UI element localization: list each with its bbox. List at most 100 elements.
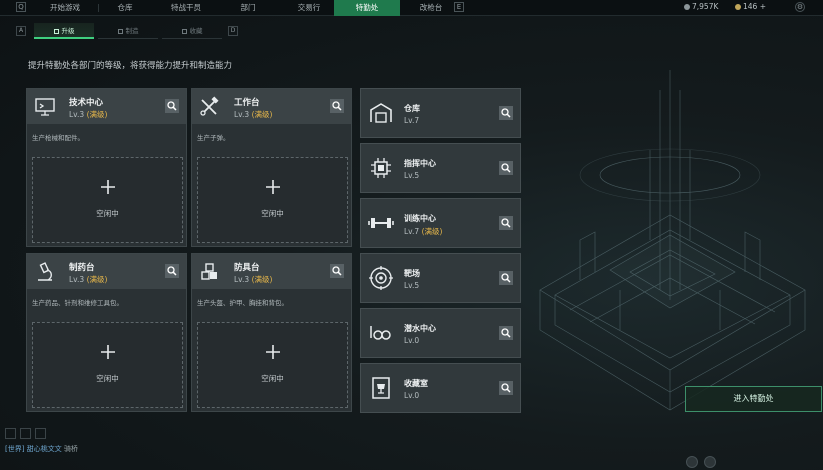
facility-card-armor-bench[interactable]: 防具台 Lv.3 (满级) 生产头盔、护甲、胸挂和背包。 空闲中 — [191, 253, 352, 412]
card-level: Lv.3 (满级) — [234, 110, 273, 119]
card-description: 生产子弹。 — [197, 134, 230, 142]
settings-icon[interactable]: ⚙ — [795, 2, 805, 12]
search-icon[interactable] — [330, 99, 344, 113]
slot-status: 空闲中 — [261, 374, 284, 383]
row-level: Lv.5 — [404, 171, 420, 180]
craft-icon — [117, 29, 123, 34]
row-title: 仓库 — [404, 104, 420, 113]
tab-warehouse[interactable]: 仓库 — [92, 0, 158, 16]
row-title: 靶场 — [404, 269, 420, 278]
search-icon[interactable] — [499, 106, 513, 120]
production-slot[interactable]: 空闲中 — [32, 157, 183, 243]
card-level: Lv.3 (满级) — [69, 275, 108, 284]
row-level: Lv.7 — [404, 116, 420, 125]
premium-coin-icon — [735, 4, 741, 10]
search-icon[interactable] — [165, 99, 179, 113]
facility-card-pharmacy[interactable]: 制药台 Lv.3 (满级) 生产药品、针剂和维修工具包。 空闲中 — [26, 253, 187, 412]
facility-row-warehouse[interactable]: 仓库 Lv.7 — [360, 88, 521, 138]
card-title: 技术中心 — [69, 98, 104, 108]
row-title: 收藏室 — [404, 379, 428, 388]
facility-row-collection-room[interactable]: 收藏室 Lv.0 — [360, 363, 521, 413]
computer-icon — [35, 98, 55, 116]
search-icon[interactable] — [499, 326, 513, 340]
plus-icon — [100, 344, 116, 360]
subtab-upgrade-label: 升级 — [61, 27, 75, 35]
facility-row-command-center[interactable]: 指挥中心 Lv.5 — [360, 143, 521, 193]
subtab-upgrade[interactable]: 升级 — [34, 23, 94, 39]
card-level: Lv.3 (满级) — [69, 110, 108, 119]
subtab-collection[interactable]: 收藏 — [162, 23, 222, 39]
chat-button[interactable] — [5, 428, 16, 439]
social-icon[interactable] — [686, 456, 698, 468]
premium-amount: 146 + — [743, 2, 766, 11]
card-level: Lv.3 (满级) — [234, 275, 273, 284]
row-title: 潜水中心 — [404, 324, 436, 333]
coin-icon — [684, 4, 690, 10]
slot-status: 空闲中 — [96, 374, 119, 383]
enter-special-ops-button[interactable]: 进入特勤处 — [685, 386, 822, 412]
facility-row-shooting-range[interactable]: 靶场 Lv.5 — [360, 253, 521, 303]
facility-card-tech-center[interactable]: 技术中心 Lv.3 (满级) 生产枪械和配件。 空闲中 — [26, 88, 187, 247]
upgrade-icon — [53, 29, 59, 34]
card-description: 生产头盔、护甲、胸挂和背包。 — [197, 299, 288, 307]
facility-row-training-center[interactable]: 训练中心 Lv.7 (满级) — [360, 198, 521, 248]
card-title: 工作台 — [234, 98, 260, 108]
dumbbell-icon — [368, 218, 394, 228]
target-icon — [369, 266, 393, 290]
warehouse-icon — [370, 103, 392, 123]
chat-button[interactable] — [20, 428, 31, 439]
subtab-craft-label: 制造 — [125, 27, 139, 35]
production-slot[interactable]: 空闲中 — [197, 322, 348, 408]
nav-prev-key[interactable]: Q — [16, 2, 26, 12]
card-title: 防具台 — [234, 263, 260, 273]
slot-status: 空闲中 — [261, 209, 284, 218]
card-description: 生产药品、针剂和维修工具包。 — [32, 299, 123, 307]
slot-status: 空闲中 — [96, 209, 119, 218]
card-header: 工作台 Lv.3 (满级) — [192, 89, 351, 124]
search-icon[interactable] — [499, 381, 513, 395]
subtab-prev-key[interactable]: A — [16, 26, 26, 36]
currency-coins[interactable]: 7,957K — [684, 2, 718, 11]
card-header: 制药台 Lv.3 (满级) — [27, 254, 186, 289]
row-title: 指挥中心 — [404, 159, 436, 168]
tab-trading[interactable]: 交易行 — [276, 0, 342, 16]
chat-message[interactable]: [世界] 甜心桃文文 骑桥 — [5, 444, 78, 454]
microscope-icon — [38, 262, 52, 281]
trophy-icon — [372, 377, 390, 399]
tab-operators[interactable]: 特战干员 — [153, 0, 219, 16]
chat-channel: [世界] — [5, 445, 25, 453]
subtab-next-key[interactable]: D — [228, 26, 238, 36]
top-nav-bar: Q 开始游戏 仓库 特战干员 部门 交易行 特勤处 改枪台 E 7,957K 1… — [0, 0, 823, 16]
card-header: 技术中心 Lv.3 (满级) — [27, 89, 186, 124]
search-icon[interactable] — [165, 264, 179, 278]
chat-user: 甜心桃文文 — [26, 445, 62, 453]
currency-premium[interactable]: 146 + — [735, 2, 766, 11]
tab-department[interactable]: 部门 — [215, 0, 281, 16]
nav-next-key[interactable]: E — [454, 2, 464, 12]
row-level: Lv.0 — [404, 391, 420, 400]
card-title: 制药台 — [69, 263, 95, 273]
row-level: Lv.5 — [404, 281, 420, 290]
facility-row-diving-center[interactable]: 潜水中心 Lv.0 — [360, 308, 521, 358]
subtab-collection-label: 收藏 — [189, 27, 203, 35]
cubes-icon — [201, 263, 217, 280]
tools-icon — [200, 96, 219, 116]
production-slot[interactable]: 空闲中 — [32, 322, 183, 408]
search-icon[interactable] — [499, 216, 513, 230]
chat-text: 骑桥 — [63, 445, 78, 453]
chat-button[interactable] — [35, 428, 46, 439]
tab-start-game[interactable]: 开始游戏 — [32, 0, 98, 16]
search-icon[interactable] — [330, 264, 344, 278]
row-level: Lv.0 — [404, 336, 420, 345]
facility-card-workbench[interactable]: 工作台 Lv.3 (满级) 生产子弹。 空闲中 — [191, 88, 352, 247]
tab-special-ops[interactable]: 特勤处 — [334, 0, 400, 16]
row-level: Lv.7 (满级) — [404, 227, 443, 236]
collection-icon — [181, 29, 187, 34]
production-slot[interactable]: 空闲中 — [197, 157, 348, 243]
subtab-craft[interactable]: 制造 — [98, 23, 158, 39]
search-icon[interactable] — [499, 271, 513, 285]
friends-icon[interactable] — [704, 456, 716, 468]
chip-icon — [371, 158, 391, 178]
card-description: 生产枪械和配件。 — [32, 134, 84, 142]
search-icon[interactable] — [499, 161, 513, 175]
